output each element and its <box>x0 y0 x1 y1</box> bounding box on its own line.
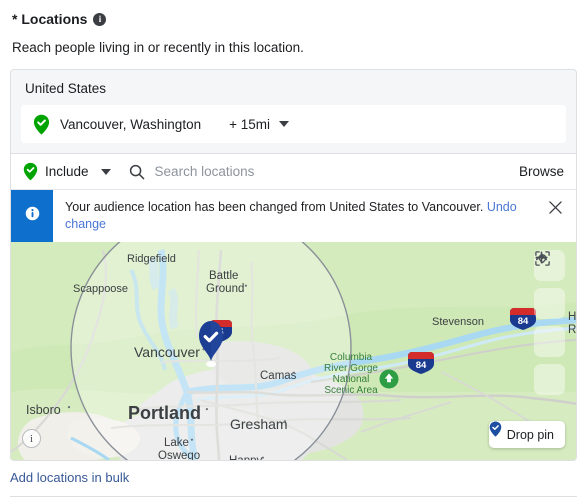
green-check-pin-icon <box>33 114 50 135</box>
map-place-label: Vancouver <box>134 344 200 360</box>
include-mode-label: Include <box>45 164 89 179</box>
map-place-dot <box>67 406 71 409</box>
locations-panel: United States Vancouver, Washington + 15… <box>10 69 577 461</box>
map-place-label: Ri <box>568 324 576 336</box>
map-place-dot <box>283 420 287 423</box>
map-place-dot <box>244 284 247 287</box>
drop-pin-label: Drop pin <box>506 427 554 442</box>
locations-targeting-panel: * Locations i Reach people living in or … <box>0 0 587 504</box>
map-place-label: Ridgefield <box>127 253 176 265</box>
info-icon[interactable]: i <box>93 12 107 26</box>
chevron-down-icon <box>279 121 289 127</box>
map-place-label: Battle <box>209 270 238 282</box>
map-place-dot <box>205 408 208 411</box>
map-place-dot <box>190 438 194 441</box>
map-place-label: Scappoose <box>73 283 128 295</box>
drop-pin-button[interactable]: Drop pin <box>488 421 565 448</box>
zoom-out-button[interactable] <box>534 256 565 357</box>
selected-location-row: Vancouver, Washington + 15mi <box>11 105 576 153</box>
header: * Locations i Reach people living in or … <box>0 0 587 57</box>
map-controls <box>534 250 565 395</box>
map-place-label: Portland <box>128 403 201 423</box>
map-place-label: Oswego <box>158 450 200 460</box>
page-title-text: * Locations <box>12 11 88 27</box>
map-place-label: Isboro <box>26 403 61 417</box>
chevron-down-icon <box>100 168 111 175</box>
map-place-label: Stevenson <box>432 316 484 328</box>
map-place-dot <box>292 371 295 374</box>
header-subtitle: Reach people living in or recently in th… <box>12 40 304 55</box>
banner-accent-bar <box>11 190 53 242</box>
page-title: * Locations i <box>12 10 575 28</box>
search-input[interactable]: Search locations <box>155 164 519 179</box>
location-map[interactable]: 5 84 84 RidgefieldScappooseBattleGroundS… <box>11 242 576 460</box>
svg-text:84: 84 <box>416 360 427 371</box>
park-label-line: River Gorge <box>324 363 378 374</box>
country-label: United States <box>25 81 107 96</box>
park-label-line: Columbia <box>330 352 373 363</box>
map-place-label: Gresham <box>230 416 288 432</box>
location-chip[interactable]: Vancouver, Washington + 15mi <box>21 105 566 143</box>
svg-text:84: 84 <box>518 316 529 327</box>
park-label-line: National <box>333 374 370 385</box>
location-name: Vancouver, Washington <box>60 116 202 132</box>
green-check-pin-icon <box>23 162 38 181</box>
location-search-row: Include Search locations Browse <box>11 153 576 189</box>
location-changed-banner: Your audience location has been changed … <box>11 189 576 242</box>
park-marker <box>379 369 399 389</box>
search-icon <box>129 164 145 180</box>
map-place-label: Happy <box>229 455 262 460</box>
locate-me-button[interactable] <box>534 251 565 395</box>
location-radius-value: + 15mi <box>229 116 270 132</box>
map-attribution-info-icon[interactable]: i <box>22 429 41 448</box>
map-place-label: Ho <box>568 311 576 323</box>
map-place-label: Lake <box>164 437 189 449</box>
browse-button[interactable]: Browse <box>519 164 564 179</box>
map-place-label: Camas <box>260 370 297 382</box>
banner-message: Your audience location has been changed … <box>53 190 534 242</box>
close-icon[interactable] <box>534 190 576 242</box>
location-radius-selector[interactable]: + 15mi <box>229 117 289 132</box>
banner-message-text: Your audience location has been changed … <box>65 200 484 214</box>
add-locations-in-bulk-link[interactable]: Add locations in bulk <box>0 461 587 485</box>
map-place-dot <box>261 456 264 459</box>
section-divider <box>10 496 577 497</box>
park-label-line: Scenic Area <box>324 385 378 396</box>
map-place-label: Ground <box>206 283 244 295</box>
include-mode-selector[interactable]: Include <box>23 162 111 181</box>
zoom-in-button[interactable] <box>534 251 565 319</box>
info-icon <box>25 206 40 226</box>
